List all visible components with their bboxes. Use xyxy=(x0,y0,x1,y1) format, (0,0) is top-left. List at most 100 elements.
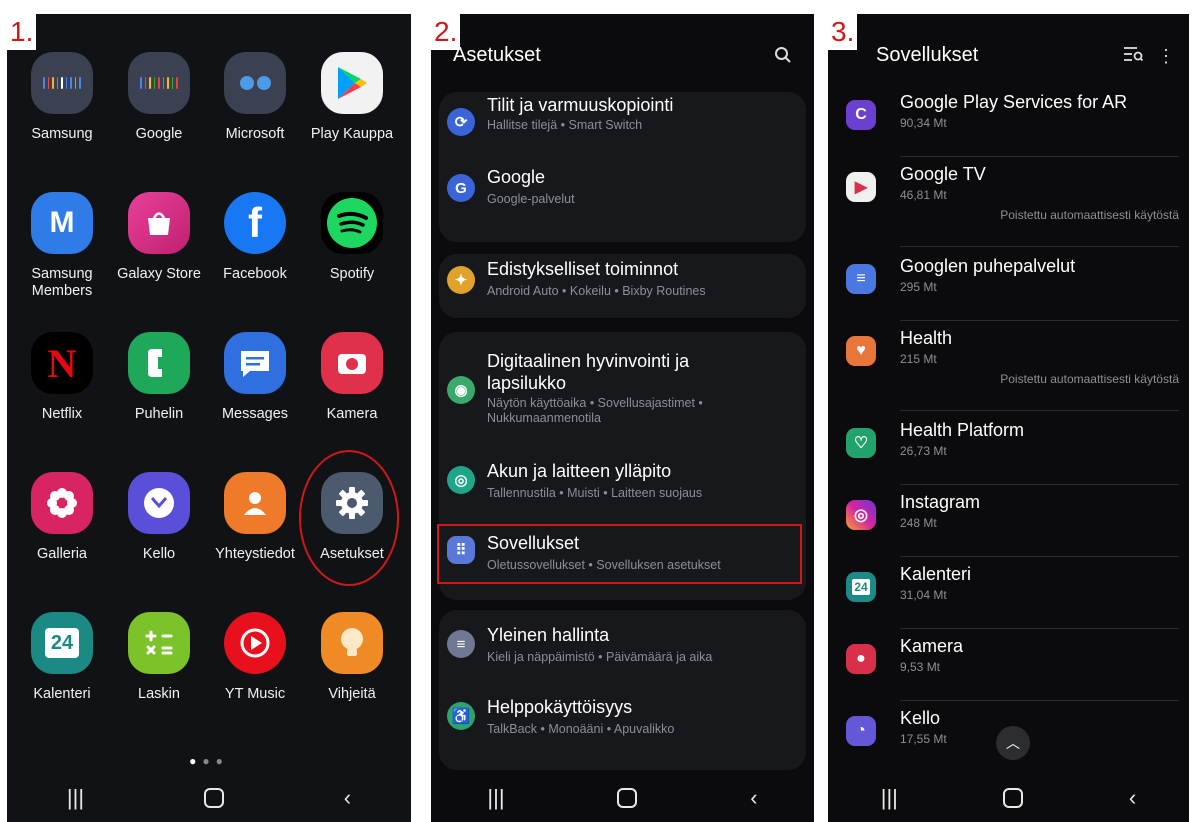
app-row[interactable]: ≡ Googlen puhepalvelut 295 Mt xyxy=(828,256,1189,328)
home-icon[interactable] xyxy=(1003,788,1024,808)
app-facebook[interactable]: f Facebook xyxy=(207,192,303,283)
app-name: Kalenteri xyxy=(900,564,972,584)
calendar-day: 24 xyxy=(852,579,870,595)
back-icon[interactable]: ‹ xyxy=(1129,785,1136,811)
google-tv-icon: ▶ xyxy=(846,172,876,202)
app-size: 9,53 Mt xyxy=(900,660,941,674)
app-messages[interactable]: Messages xyxy=(207,332,303,423)
app-label: Google xyxy=(135,126,183,142)
navigation-bar: ||| ‹ xyxy=(431,774,814,822)
device-care-icon: ◎ xyxy=(447,466,475,494)
app-label: YT Music xyxy=(224,686,286,702)
facebook-icon: f xyxy=(224,192,286,254)
app-size: 90,34 Mt xyxy=(900,116,947,130)
arcore-icon: C xyxy=(846,100,876,130)
app-spotify[interactable]: Spotify xyxy=(304,192,400,283)
settings-item-subtitle: Tallennustila • Muisti • Laitteen suojau… xyxy=(487,486,703,500)
chevron-up-icon: ︿ xyxy=(1006,735,1020,751)
app-netflix[interactable]: N Netflix xyxy=(14,332,110,423)
settings-item-accounts[interactable]: ⟳ Tilit ja varmuuskopiointi Hallitse til… xyxy=(431,92,814,164)
filter-sort-icon[interactable] xyxy=(1123,46,1144,67)
recent-apps-icon[interactable]: ||| xyxy=(67,785,84,811)
settings-item-apps[interactable]: ⠿ Sovellukset Oletussovellukset • Sovell… xyxy=(431,530,814,582)
app-row[interactable]: 24 Kalenteri 31,04 Mt xyxy=(828,564,1189,636)
step-number-label: 1. xyxy=(7,14,37,50)
app-label: Netflix xyxy=(41,406,83,422)
app-label: Galleria xyxy=(37,546,87,562)
page-title: Asetukset xyxy=(453,44,541,66)
back-icon[interactable]: ‹ xyxy=(344,785,351,811)
app-size: 295 Mt xyxy=(900,280,937,294)
apps-grid-icon: ⠿ xyxy=(447,536,475,564)
settings-item-advanced-features[interactable]: ✦ Edistykselliset toiminnot Android Auto… xyxy=(431,256,814,316)
app-tips[interactable]: Vihjeitä xyxy=(304,612,400,703)
app-yt-music[interactable]: YT Music xyxy=(207,612,303,703)
settings-item-device-care[interactable]: ◎ Akun ja laitteen ylläpito Tallennustil… xyxy=(431,458,814,518)
app-row[interactable]: ♥ Health 215 Mt Poistettu automaattisest… xyxy=(828,328,1189,400)
app-row[interactable]: ♡ Health Platform 26,73 Mt xyxy=(828,420,1189,492)
instagram-icon: ◎ xyxy=(846,500,876,530)
app-label: Laskin xyxy=(138,686,180,702)
gallery-icon xyxy=(31,472,93,534)
divider xyxy=(900,484,1179,485)
recent-apps-icon[interactable]: ||| xyxy=(487,785,504,811)
app-label: Vihjeitä xyxy=(328,686,376,702)
app-row[interactable]: ● Kamera 9,53 Mt xyxy=(828,636,1189,708)
page-indicator[interactable]: ●●● xyxy=(7,754,411,768)
app-calculator[interactable]: Laskin xyxy=(111,612,207,703)
app-gallery[interactable]: Galleria xyxy=(14,472,110,563)
more-options-icon[interactable]: ⋮ xyxy=(1157,46,1175,67)
apps-list-screen: 3. Sovellukset ⋮ C Google Play Services … xyxy=(828,14,1189,822)
back-icon[interactable]: ‹ xyxy=(750,785,757,811)
settings-item-digital-wellbeing[interactable]: ◉ Digitaalinen hyvinvointi ja lapsilukko… xyxy=(431,348,814,448)
settings-item-accessibility[interactable]: ♿ Helppokäyttöisyys TalkBack • Monoääni … xyxy=(431,694,814,754)
app-contacts[interactable]: Yhteystiedot xyxy=(207,472,303,563)
app-disabled-note: Poistettu automaattisesti käytöstä xyxy=(1000,208,1179,222)
app-samsung-folder[interactable]: Samsung xyxy=(14,52,110,143)
microsoft-folder-icon xyxy=(224,52,286,114)
netflix-icon: N xyxy=(31,332,93,394)
app-play-store[interactable]: Play Kauppa xyxy=(304,52,400,143)
app-phone[interactable]: Puhelin xyxy=(111,332,207,423)
app-clock[interactable]: Kello xyxy=(111,472,207,563)
settings-item-title: Edistykselliset toiminnot xyxy=(487,259,679,279)
calendar-day: 24 xyxy=(45,628,79,658)
samsung-members-icon: M xyxy=(31,192,93,254)
settings-item-google[interactable]: G Google Google-palvelut xyxy=(431,164,814,236)
settings-item-subtitle: Oletussovellukset • Sovelluksen asetukse… xyxy=(487,558,721,572)
clock-icon: ◔ xyxy=(846,716,876,746)
app-row[interactable]: ◎ Instagram 248 Mt xyxy=(828,492,1189,564)
home-screen-app-drawer: 1. Samsung Google Microsoft Play Kauppa … xyxy=(7,14,411,822)
settings-item-title: Google xyxy=(487,167,546,187)
app-size: 31,04 Mt xyxy=(900,588,947,602)
home-icon[interactable] xyxy=(617,788,638,808)
app-microsoft-folder[interactable]: Microsoft xyxy=(207,52,303,143)
calendar-icon: 24 xyxy=(31,612,93,674)
settings-item-title: Digitaalinen hyvinvointi ja lapsilukko xyxy=(487,351,690,393)
app-google-folder[interactable]: Google xyxy=(111,52,207,143)
app-galaxy-store[interactable]: Galaxy Store xyxy=(111,192,207,283)
accessibility-icon: ♿ xyxy=(447,702,475,730)
recent-apps-icon[interactable]: ||| xyxy=(881,785,898,811)
app-row[interactable]: C Google Play Services for AR 90,34 Mt xyxy=(828,92,1189,164)
app-label: Yhteystiedot xyxy=(215,546,295,562)
home-icon[interactable] xyxy=(203,788,224,808)
app-calendar[interactable]: 24 Kalenteri xyxy=(14,612,110,703)
scroll-to-top-button[interactable]: ︿ xyxy=(996,726,1030,760)
settings-item-general-management[interactable]: ≡ Yleinen hallinta Kieli ja näppäimistö … xyxy=(431,622,814,682)
app-row[interactable]: ▶ Google TV 46,81 Mt Poistettu automaatt… xyxy=(828,164,1189,236)
search-icon[interactable] xyxy=(774,46,792,69)
galaxy-store-icon xyxy=(128,192,190,254)
spotify-icon xyxy=(321,192,383,254)
app-samsung-members[interactable]: M Samsung Members xyxy=(14,192,110,300)
navigation-bar: ||| ‹ xyxy=(7,774,411,822)
messages-icon xyxy=(224,332,286,394)
app-camera[interactable]: Kamera xyxy=(304,332,400,423)
camera-icon xyxy=(321,332,383,394)
settings-item-subtitle: Google-palvelut xyxy=(487,192,575,206)
settings-item-title: Akun ja laitteen ylläpito xyxy=(487,461,672,481)
app-label: Kamera xyxy=(326,406,378,422)
highlight-circle xyxy=(299,450,399,586)
settings-item-title: Yleinen hallinta xyxy=(487,625,610,645)
app-label: Kalenteri xyxy=(33,686,91,702)
